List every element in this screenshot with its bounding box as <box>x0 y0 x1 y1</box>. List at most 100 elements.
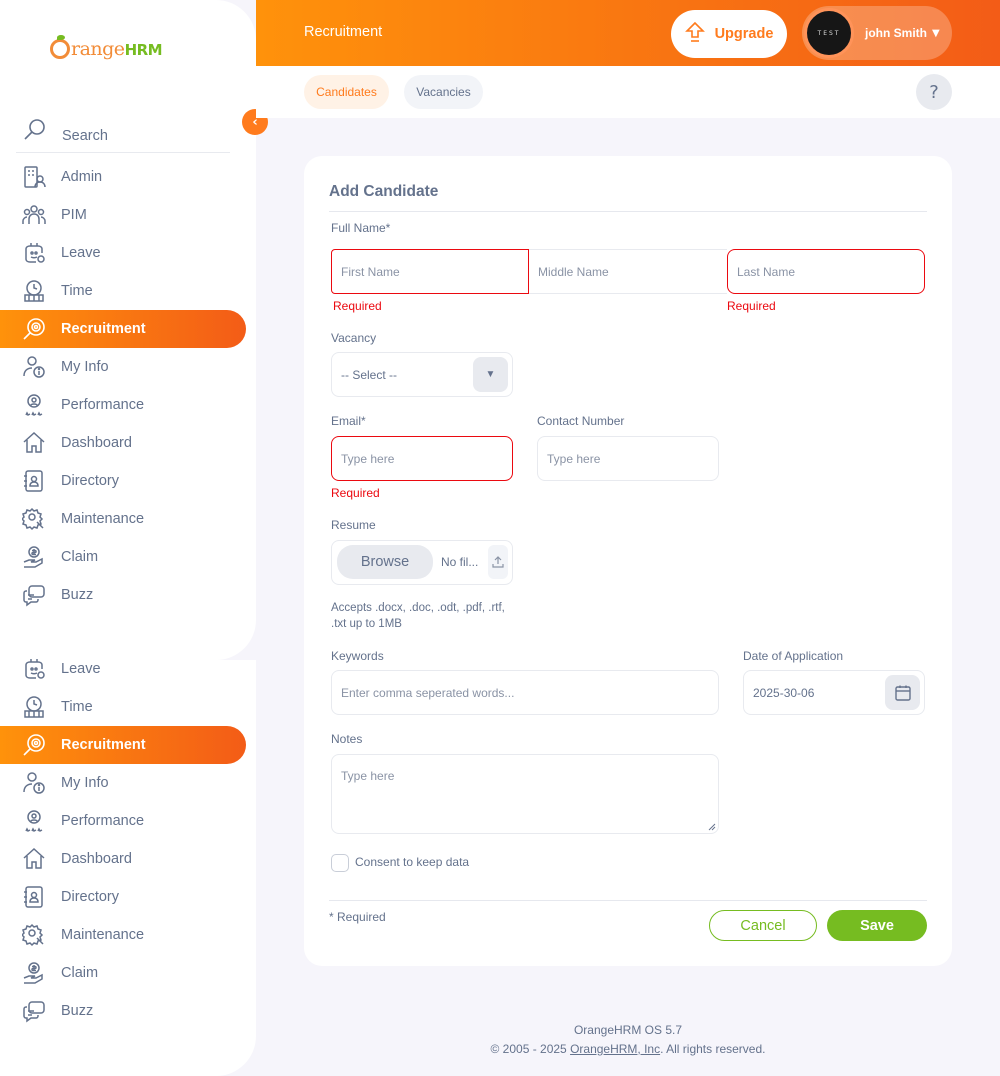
search-icon <box>23 118 47 142</box>
directory-icon <box>22 469 46 493</box>
maintenance-icon <box>22 923 46 947</box>
sidebar-item-label: Buzz <box>61 587 94 603</box>
sidebar-item-myinfo[interactable]: My Info <box>0 764 246 802</box>
sidebar-item-admin[interactable]: Admin <box>0 158 246 196</box>
resume-label: Resume <box>331 518 376 532</box>
calendar-icon[interactable] <box>885 675 920 710</box>
footer-copyright: © 2005 - 2025 OrangeHRM, Inc. All rights… <box>256 1042 1000 1056</box>
last-name-input[interactable]: Last Name <box>727 249 925 294</box>
sidebar-item-leave[interactable]: Leave <box>0 650 246 688</box>
sidebar-item-recruitment[interactable]: Recruitment <box>0 726 246 764</box>
sidebar-item-label: My Info <box>61 359 109 375</box>
first-name-input[interactable]: First Name <box>331 249 529 294</box>
resume-hint-line2: .txt up to 1MB <box>331 618 402 630</box>
date-of-application-label: Date of Application <box>743 649 844 663</box>
sidebar-item-label: Performance <box>61 813 145 829</box>
browse-button[interactable]: Browse <box>337 545 433 579</box>
keywords-input[interactable]: Enter comma seperated words... <box>331 670 719 715</box>
sidebar-item-directory[interactable]: Directory <box>0 462 246 500</box>
sidebar-item-label: Dashboard <box>61 435 132 451</box>
vacancy-value: -- Select -- <box>341 367 398 382</box>
sidebar-item-buzz[interactable]: Buzz <box>0 576 246 614</box>
sidebar-item-dashboard[interactable]: Dashboard <box>0 424 246 462</box>
user-name: john Smith <box>865 26 927 40</box>
contact-label: Contact Number <box>537 414 625 428</box>
top-bar: Recruitment Upgrade TEST john Smith ▼ <box>256 0 1000 66</box>
user-menu[interactable]: TEST john Smith ▼ <box>802 6 952 60</box>
sidebar-item-maintenance[interactable]: Maintenance <box>0 500 246 538</box>
sidebar-item-maintenance[interactable]: Maintenance <box>0 916 246 954</box>
myinfo-icon <box>22 771 46 795</box>
logo-orange-icon <box>50 35 70 59</box>
claim-icon <box>22 961 46 985</box>
recruitment-icon <box>22 317 46 341</box>
orangehrm-logo[interactable]: rangeHRM <box>50 34 170 64</box>
full-name-group: First Name Middle Name Last Name <box>331 249 925 294</box>
sidebar-item-label: Maintenance <box>61 511 145 527</box>
cancel-button[interactable]: Cancel <box>709 910 817 941</box>
notes-placeholder: Type here <box>341 769 395 783</box>
date-of-application-input[interactable]: 2025-30-06 <box>743 670 925 715</box>
sidebar-item-label: Buzz <box>61 1003 94 1019</box>
first-name-error: Required <box>333 299 382 313</box>
tab-candidates[interactable]: Candidates <box>304 75 389 109</box>
sidebar: rangeHRM Search Admin PIM Leave Time Rec… <box>0 0 256 660</box>
resize-grip-icon[interactable] <box>708 823 716 831</box>
footer-divider <box>329 900 927 901</box>
sidebar-repeat: Leave Time Recruitment My Info Performan… <box>0 659 256 1076</box>
sidebar-item-pim[interactable]: PIM <box>0 196 246 234</box>
time-icon <box>22 695 46 719</box>
upgrade-icon <box>684 21 705 47</box>
contact-number-input[interactable]: Type here <box>537 436 719 481</box>
sidebar-item-label: My Info <box>61 775 109 791</box>
upload-icon <box>488 545 508 579</box>
sidebar-item-dashboard[interactable]: Dashboard <box>0 840 246 878</box>
sidebar-item-claim[interactable]: Claim <box>0 538 246 576</box>
help-icon: ? <box>929 81 939 103</box>
date-value: 2025-30-06 <box>753 685 815 700</box>
sidebar-item-claim[interactable]: Claim <box>0 954 246 992</box>
vacancy-select[interactable]: -- Select -- ▼ <box>331 352 513 397</box>
sidebar-item-recruitment[interactable]: Recruitment <box>0 310 246 348</box>
leave-icon <box>22 241 46 265</box>
sidebar-item-label: Maintenance <box>61 927 145 943</box>
avatar: TEST <box>804 8 854 58</box>
keywords-label: Keywords <box>331 649 384 663</box>
middle-name-input[interactable]: Middle Name <box>529 249 727 294</box>
tab-vacancies[interactable]: Vacancies <box>404 75 483 109</box>
notes-textarea[interactable]: Type here <box>331 754 719 834</box>
sidebar-item-directory[interactable]: Directory <box>0 878 246 916</box>
sidebar-item-performance[interactable]: Performance <box>0 386 246 424</box>
sidebar-item-leave[interactable]: Leave <box>0 234 246 272</box>
email-input[interactable]: Type here <box>331 436 513 481</box>
sidebar-item-time[interactable]: Time <box>0 688 246 726</box>
consent-label: Consent to keep data <box>355 855 470 869</box>
sidebar-item-myinfo[interactable]: My Info <box>0 348 246 386</box>
sidebar-search[interactable]: Search <box>16 108 230 153</box>
logo-suffix: HRM <box>124 41 163 59</box>
directory-icon <box>22 885 46 909</box>
sidebar-item-label: Time <box>61 699 93 715</box>
sidebar-item-label: Claim <box>61 965 99 981</box>
buzz-icon <box>22 583 46 607</box>
sidebar-item-label: Performance <box>61 397 145 413</box>
sidebar-item-time[interactable]: Time <box>0 272 246 310</box>
form-title: Add Candidate <box>329 183 439 200</box>
sidebar-item-label: Recruitment <box>61 737 146 753</box>
resume-file-input[interactable]: Browse No fil... <box>331 540 513 585</box>
file-name: No fil... <box>441 555 479 569</box>
upgrade-button[interactable]: Upgrade <box>671 10 787 58</box>
logo-text: range <box>71 38 125 60</box>
copyright-suffix: . All rights reserved. <box>660 1042 766 1056</box>
help-button[interactable]: ? <box>916 74 952 110</box>
save-button[interactable]: Save <box>827 910 927 941</box>
admin-icon <box>22 165 46 189</box>
claim-icon <box>22 545 46 569</box>
company-link[interactable]: OrangeHRM, Inc <box>570 1042 660 1056</box>
page-title: Recruitment <box>304 24 383 40</box>
sidebar-item-performance[interactable]: Performance <box>0 802 246 840</box>
consent-checkbox[interactable] <box>331 854 349 872</box>
sidebar-item-buzz[interactable]: Buzz <box>0 992 246 1030</box>
upgrade-label: Upgrade <box>714 26 774 42</box>
required-note: * Required <box>329 910 386 924</box>
